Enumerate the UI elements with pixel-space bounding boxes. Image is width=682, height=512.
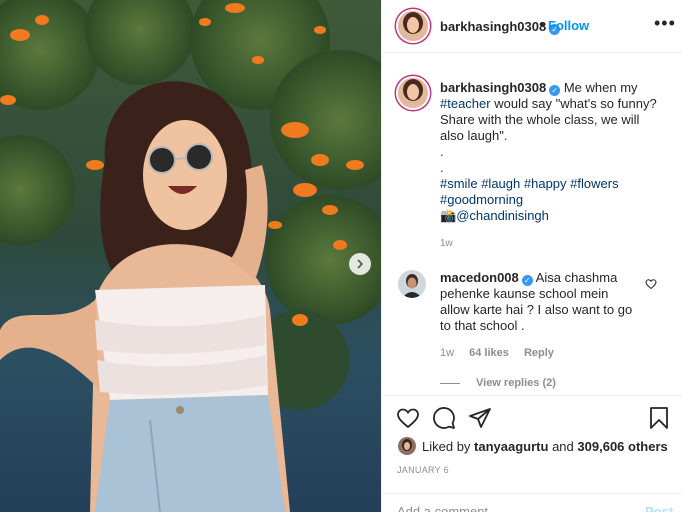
caption-dot-line: . (440, 144, 444, 159)
comment-meta: 1w 64 likes Reply (440, 347, 566, 359)
caption-text-start: Me when my (563, 80, 638, 95)
caption-username[interactable]: barkhasingh0308 (440, 80, 546, 95)
action-bar (382, 395, 682, 439)
post-date[interactable]: JANUARY 6 (397, 465, 449, 475)
avatar-image (398, 437, 416, 455)
post-comment-button[interactable]: Post (645, 504, 673, 512)
verified-badge-icon: ✓ (549, 85, 561, 96)
share-icon[interactable] (468, 406, 492, 430)
avatar-image (398, 270, 426, 298)
liker-username[interactable]: tanyaagurtu (474, 439, 548, 454)
add-comment-bar: Add a comment... Post (382, 493, 682, 512)
likes-summary: Liked by tanyaagurtu and 309,606 others (422, 439, 668, 454)
comment-likes[interactable]: 64 likes (469, 347, 509, 359)
hashtag-flowers[interactable]: #flowers (570, 176, 618, 191)
bookmark-icon[interactable] (648, 406, 670, 430)
author-avatar[interactable] (398, 11, 428, 41)
caption-timestamp[interactable]: 1w (440, 238, 453, 249)
post-side-panel: barkhasingh0308 ✓ • Follow ••• barkhasing… (381, 0, 682, 512)
comment-item: macedon008 ✓ Aisa chashma pehenke kaunse … (440, 270, 640, 334)
reply-button[interactable]: Reply (524, 347, 554, 359)
verified-badge-icon: ✓ (521, 275, 533, 286)
follow-button[interactable]: Follow (548, 18, 589, 33)
hashtag-smile[interactable]: #smile (440, 176, 478, 191)
view-replies-label[interactable]: View replies (2) (476, 377, 556, 389)
hashtag-goodmorning[interactable]: #goodmorning (440, 192, 523, 207)
author-username[interactable]: barkhasingh0308 (440, 19, 546, 34)
add-comment-input[interactable]: Add a comment... (397, 504, 499, 512)
commenter-avatar[interactable] (398, 270, 426, 298)
view-replies-button[interactable]: View replies (2) (440, 377, 556, 389)
comment-like-heart-icon[interactable] (645, 278, 657, 290)
hashtag-teacher[interactable]: #teacher (440, 96, 491, 111)
likes-prefix: Liked by (422, 439, 471, 454)
caption-avatar[interactable] (398, 78, 428, 108)
post-caption: barkhasingh0308 ✓ Me when my #teacher wou… (440, 80, 664, 252)
post-header: barkhasingh0308 ✓ • Follow ••• (382, 0, 682, 53)
comment-icon[interactable] (432, 406, 456, 430)
post-photo[interactable] (0, 0, 381, 512)
commenter-username[interactable]: macedon008 (440, 270, 519, 285)
likes-count-link[interactable]: 309,606 others (577, 439, 667, 454)
header-separator: • (540, 17, 545, 32)
caption-dot-line: . (440, 160, 444, 175)
more-icon[interactable]: ••• (654, 13, 676, 34)
replies-divider (440, 382, 460, 384)
next-photo-button[interactable] (349, 253, 371, 275)
hashtag-laugh[interactable]: #laugh (481, 176, 520, 191)
mention-link[interactable]: @chandinisingh (456, 208, 549, 223)
comment-timestamp[interactable]: 1w (440, 347, 454, 359)
liker-avatar[interactable] (398, 437, 416, 455)
photo-image (0, 0, 381, 512)
heart-icon[interactable] (396, 406, 420, 430)
hashtag-happy[interactable]: #happy (524, 176, 567, 191)
avatar-image (398, 11, 428, 41)
avatar-image (398, 78, 428, 108)
chevron-right-icon (357, 259, 364, 269)
camera-emoji-icon: 📸 (440, 208, 457, 223)
likes-mid: and (552, 439, 574, 454)
post-modal: barkhasingh0308 ✓ • Follow ••• barkhasing… (0, 0, 682, 512)
